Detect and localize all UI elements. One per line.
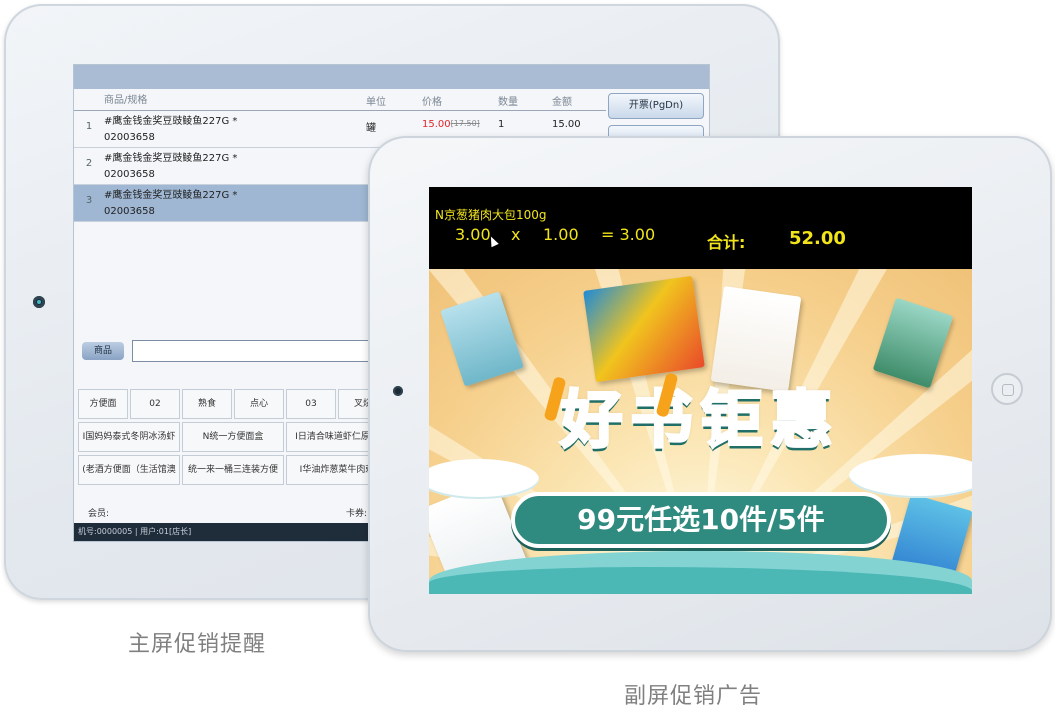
promo-price: 15.00: [422, 119, 451, 130]
caption-sub: 副屏促销广告: [624, 684, 763, 709]
search-label[interactable]: 商品: [82, 342, 124, 360]
product-code: 02003658: [104, 206, 155, 217]
product-name: #鹰金钱金奖豆豉鲮鱼227G *: [104, 153, 238, 164]
ad-headline: 好书钜惠: [559, 382, 841, 458]
mouse-cursor-icon: [487, 234, 499, 248]
front-camera-icon: [33, 296, 45, 308]
line-total: = 3.00: [601, 225, 656, 244]
unit-price: 3.00: [455, 225, 491, 244]
customer-display-screen: N京葱猪肉大包100g 3.00 x 1.00 = 3.00 合计: 52.00: [429, 187, 972, 594]
header-price: 价格: [422, 97, 442, 108]
search-input[interactable]: [132, 340, 382, 362]
product-name: #鹰金钱金奖豆豉鲮鱼227G *: [104, 190, 238, 201]
row-index: 1: [85, 121, 93, 132]
total-value: 52.00: [789, 228, 846, 249]
quick-key[interactable]: (老酒方便面（生活馆澳: [78, 455, 180, 485]
quantity: 1.00: [543, 225, 579, 244]
checkout-button[interactable]: 开票(PgDn): [608, 93, 704, 119]
quick-key[interactable]: 点心: [234, 389, 284, 419]
quick-key[interactable]: 统一来一桶三连装方便: [182, 455, 284, 485]
promo-banner: 好书钜惠 99元任选10件/5件: [429, 269, 972, 594]
header-name: 商品/规格: [104, 94, 148, 106]
item-name: N京葱猪肉大包100g: [435, 208, 547, 222]
home-button-icon[interactable]: [991, 373, 1023, 405]
quick-key[interactable]: 03: [286, 389, 336, 419]
header-unit: 单位: [366, 97, 386, 108]
showcase-stage: 商品/规格 单位 价格 数量 金额 1 #鹰金钱金奖豆豉鲮鱼227G * 020…: [0, 0, 1055, 711]
book-cover-image: [583, 275, 705, 383]
product-code: 02003658: [104, 132, 155, 143]
quick-key[interactable]: 方便面: [78, 389, 128, 419]
offer-pill: 99元任选10件/5件: [511, 492, 891, 548]
quick-key-grid: 方便面 02 熟食 点心 03 叉烧 I国妈妈泰式冬阴冰汤虾 N统一方便面盒 I…: [78, 389, 388, 485]
product-name: #鹰金钱金奖豆豉鲮鱼227G *: [104, 116, 238, 127]
product-code: 02003658: [104, 169, 155, 180]
price-ticker: N京葱猪肉大包100g 3.00 x 1.00 = 3.00 合计: 52.00: [429, 187, 972, 269]
total-label: 合计:: [707, 233, 746, 252]
quick-key[interactable]: 02: [130, 389, 180, 419]
row-index: 2: [85, 158, 93, 169]
caption-main: 主屏促销提醒: [128, 632, 267, 657]
secondary-tablet: N京葱猪肉大包100g 3.00 x 1.00 = 3.00 合计: 52.00: [368, 136, 1052, 652]
header-qty: 数量: [498, 97, 518, 108]
quick-key[interactable]: 熟食: [182, 389, 232, 419]
pos-title-bar: [74, 65, 709, 89]
search-bar: 商品: [82, 340, 382, 362]
cart-table-header: 商品/规格 单位 价格 数量 金额: [74, 91, 606, 111]
header-amount: 金额: [552, 97, 572, 108]
original-price: [17.50]: [450, 119, 480, 128]
row-index: 3: [85, 195, 93, 206]
quick-key[interactable]: N统一方便面盒: [182, 422, 284, 452]
front-camera-icon: [393, 386, 403, 396]
times-sign: x: [511, 225, 521, 244]
quick-key[interactable]: I国妈妈泰式冬阴冰汤虾: [78, 422, 180, 452]
card-label: 卡券:: [346, 509, 368, 519]
member-label: 会员:: [88, 509, 110, 519]
